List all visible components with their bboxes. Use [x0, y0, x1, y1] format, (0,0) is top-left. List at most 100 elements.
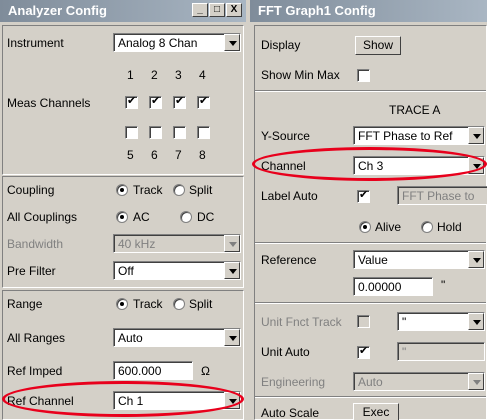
- range-split-radio[interactable]: [173, 298, 185, 310]
- channel-select[interactable]: Ch 3: [353, 156, 485, 175]
- maximize-icon[interactable]: □: [209, 3, 225, 17]
- ohm-unit-label: Ω: [201, 364, 210, 378]
- meas-channel-4-checkbox[interactable]: [197, 94, 210, 109]
- chevron-down-icon[interactable]: [468, 251, 484, 268]
- reference-number-field[interactable]: 0.00000: [353, 277, 433, 296]
- fft-graph-config-panel: FFT Graph1 Config Display Show Show Min …: [250, 0, 487, 420]
- channel-num-5: 5: [127, 148, 134, 162]
- range-track-label: Track: [133, 297, 163, 311]
- coupling-track-radio[interactable]: [116, 184, 128, 196]
- channel-num-2: 2: [151, 68, 158, 82]
- display-label: Display: [261, 38, 301, 52]
- unit-auto-field[interactable]: ": [397, 342, 485, 361]
- reference-unit-label: ": [441, 278, 446, 292]
- trace-a-header: TRACE A: [389, 103, 441, 117]
- meas-channel-7-checkbox[interactable]: [173, 126, 186, 139]
- show-min-max-label: Show Min Max: [261, 68, 340, 82]
- all-couplings-label: All Couplings: [7, 210, 78, 224]
- chevron-down-icon[interactable]: [468, 127, 484, 144]
- instrument-value: Analog 8 Chan: [118, 36, 198, 50]
- ref-channel-label: Ref Channel: [7, 394, 74, 408]
- chevron-down-icon[interactable]: [224, 262, 240, 279]
- label-auto-checkbox[interactable]: [357, 188, 370, 203]
- pre-filter-value: Off: [118, 264, 134, 278]
- channel-num-4: 4: [199, 68, 206, 82]
- engineering-select[interactable]: Auto: [353, 372, 485, 391]
- auto-scale-label: Auto Scale: [261, 406, 320, 420]
- chevron-down-icon[interactable]: [224, 34, 240, 51]
- show-min-max-checkbox[interactable]: [357, 69, 370, 82]
- alive-radio[interactable]: [359, 221, 371, 233]
- coupling-track-label: Track: [133, 183, 163, 197]
- instrument-select[interactable]: Analog 8 Chan: [113, 33, 241, 52]
- ref-imped-label: Ref Imped: [7, 364, 63, 378]
- exec-button[interactable]: Exec: [353, 403, 399, 420]
- ref-channel-value: Ch 1: [118, 394, 144, 408]
- chevron-down-icon[interactable]: [224, 235, 240, 252]
- unit-auto-checkbox[interactable]: [357, 344, 370, 359]
- pre-filter-select[interactable]: Off: [113, 261, 241, 280]
- hold-radio[interactable]: [421, 221, 433, 233]
- fft-graph-config-titlebar: FFT Graph1 Config: [250, 0, 487, 22]
- divider: [255, 242, 486, 244]
- y-source-value: FFT Phase to Ref: [358, 129, 453, 143]
- chevron-down-icon[interactable]: [468, 373, 484, 390]
- engineering-label: Engineering: [261, 375, 326, 389]
- divider: [255, 90, 486, 92]
- unit-auto-label: Unit Auto: [261, 345, 310, 359]
- ref-imped-value: 600.000: [118, 364, 162, 378]
- channel-num-6: 6: [151, 148, 158, 162]
- coupling-dc-radio[interactable]: [180, 211, 192, 223]
- coupling-ac-radio[interactable]: [116, 211, 128, 223]
- divider: [255, 396, 486, 398]
- analyzer-config-titlebar: Analyzer Config _ □ X: [0, 0, 246, 22]
- range-group: Range Track Split All Ranges Auto Ref Im…: [2, 290, 244, 420]
- unit-fnct-track-select[interactable]: ": [397, 312, 485, 331]
- bandwidth-select[interactable]: 40 kHz: [113, 234, 241, 253]
- meas-channels-label: Meas Channels: [7, 96, 91, 110]
- all-ranges-label: All Ranges: [7, 331, 66, 345]
- unit-fnct-track-checkbox[interactable]: [357, 315, 370, 328]
- unit-fnct-track-label: Unit Fnct Track: [261, 315, 342, 329]
- meas-channel-2-checkbox[interactable]: [149, 94, 162, 109]
- meas-channel-5-checkbox[interactable]: [125, 126, 138, 139]
- unit-auto-value: ": [402, 345, 407, 359]
- meas-channel-6-checkbox[interactable]: [149, 126, 162, 139]
- fft-settings-group: Display Show Show Min Max TRACE A Y-Sour…: [254, 25, 487, 420]
- coupling-group: Coupling Track Split All Couplings AC DC…: [2, 176, 244, 288]
- meas-channel-8-checkbox[interactable]: [197, 126, 210, 139]
- chevron-down-icon[interactable]: [468, 313, 484, 330]
- range-track-radio[interactable]: [116, 298, 128, 310]
- alive-label: Alive: [375, 220, 402, 234]
- label-auto-label: Label Auto: [261, 189, 318, 203]
- chevron-down-icon[interactable]: [224, 329, 240, 346]
- all-ranges-value: Auto: [118, 331, 143, 345]
- range-split-label: Split: [189, 297, 213, 311]
- label-auto-value: FFT Phase to: [402, 189, 475, 203]
- channel-value: Ch 3: [358, 159, 384, 173]
- engineering-value: Auto: [358, 375, 383, 389]
- fft-graph-config-title: FFT Graph1 Config: [258, 3, 376, 18]
- show-button[interactable]: Show: [355, 36, 401, 55]
- ref-imped-field[interactable]: 600.000: [113, 361, 193, 380]
- coupling-split-radio[interactable]: [173, 184, 185, 196]
- y-source-select[interactable]: FFT Phase to Ref: [353, 126, 485, 145]
- unit-fnct-track-value: ": [402, 315, 407, 329]
- ref-channel-select[interactable]: Ch 1: [113, 391, 241, 410]
- chevron-down-icon[interactable]: [224, 392, 240, 409]
- analyzer-config-title: Analyzer Config: [8, 3, 107, 18]
- minimize-icon[interactable]: _: [192, 3, 208, 17]
- channel-num-8: 8: [199, 148, 206, 162]
- reference-select[interactable]: Value: [353, 250, 485, 269]
- hold-label: Hold: [437, 220, 462, 234]
- all-ranges-select[interactable]: Auto: [113, 328, 241, 347]
- meas-channel-1-checkbox[interactable]: [125, 94, 138, 109]
- analyzer-config-panel: Analyzer Config _ □ X Instrument Analog …: [0, 0, 246, 420]
- pre-filter-label: Pre Filter: [7, 264, 56, 278]
- close-icon[interactable]: X: [226, 3, 242, 17]
- meas-channel-3-checkbox[interactable]: [173, 94, 186, 109]
- y-source-label: Y-Source: [261, 129, 310, 143]
- channel-num-7: 7: [175, 148, 182, 162]
- chevron-down-icon[interactable]: [468, 157, 484, 174]
- label-auto-field[interactable]: FFT Phase to: [397, 186, 487, 205]
